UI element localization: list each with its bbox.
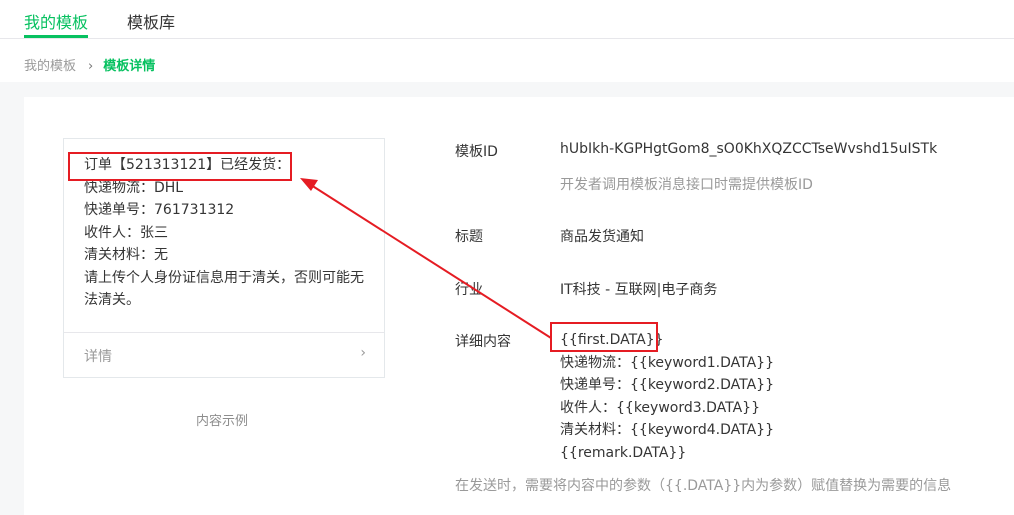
breadcrumb: 我的模板 › 模板详情	[24, 55, 155, 74]
content-label: 详细内容	[455, 334, 511, 350]
detail-label: 详情	[84, 349, 112, 365]
breadcrumb-current: 模板详情	[103, 59, 156, 74]
preview-caption: 内容示例	[196, 414, 249, 429]
annotation-highlight-template	[550, 322, 658, 352]
content-line: 收件人：{{keyword3.DATA}}	[560, 399, 760, 416]
template-id-label: 模板ID	[455, 144, 498, 160]
content-line: 快递单号：{{keyword2.DATA}}	[560, 377, 774, 393]
title-value: 商品发货通知	[560, 229, 644, 245]
preview-line: 快递单号：761731312	[84, 202, 235, 218]
template-id-value: hUbIkh-KGPHgtGom8_sO0KhXQZCCTseWvshd15uI…	[560, 141, 938, 157]
active-tab-indicator	[24, 35, 88, 38]
chevron-right-icon: ›	[88, 59, 94, 74]
annotation-highlight-preview	[68, 152, 292, 181]
template-id-hint: 开发者调用模板消息接口时需提供模板ID	[560, 177, 813, 193]
top-tab-bar: 我的模板 模板库	[0, 0, 1014, 39]
title-label: 标题	[455, 229, 483, 245]
content-line: {{remark.DATA}}	[560, 444, 687, 461]
industry-value: IT科技 - 互联网|电子商务	[560, 282, 718, 298]
tab-template-library[interactable]: 模板库	[127, 9, 175, 33]
preview-line: 清关材料：无	[84, 247, 168, 263]
breadcrumb-my-templates[interactable]: 我的模板	[24, 59, 76, 74]
chevron-right-icon: ›	[360, 345, 366, 361]
preview-detail-link[interactable]: 详情 ›	[64, 333, 384, 377]
content-line: 清关材料：{{keyword4.DATA}}	[560, 422, 774, 438]
content-line: 快递物流：{{keyword1.DATA}}	[560, 354, 774, 371]
preview-remark: 请上传个人身份证信息用于清关，否则可能无法清关。	[84, 269, 364, 309]
preview-line: 收件人：张三	[84, 224, 168, 241]
industry-label: 行业	[455, 282, 483, 298]
tab-my-templates[interactable]: 我的模板	[24, 9, 88, 33]
content-note: 在发送时，需要将内容中的参数（{{.DATA}}内为参数）赋值替换为需要的信息	[455, 478, 952, 494]
